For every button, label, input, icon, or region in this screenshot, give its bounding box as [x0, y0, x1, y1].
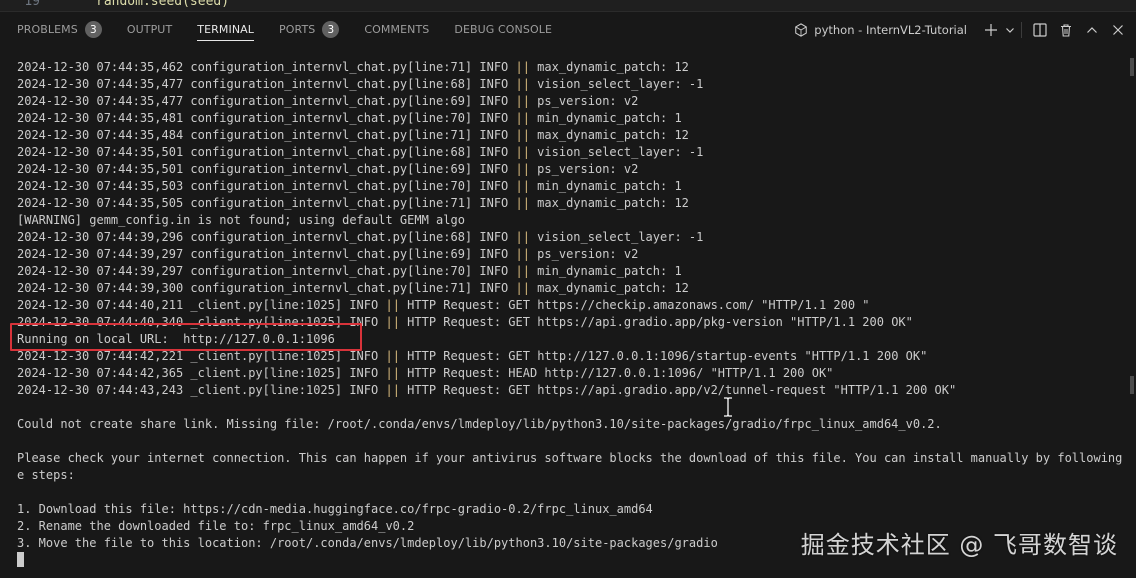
chevron-up-icon [1087, 26, 1097, 33]
editor-code-line: random.seed(seed) [96, 0, 230, 9]
terminal-line: 2024-12-30 07:44:35,477 configuration_in… [17, 77, 704, 91]
tab-label: OUTPUT [126, 23, 173, 36]
log-separator: || [515, 77, 530, 91]
actions-divider [1021, 21, 1022, 38]
log-separator: || [515, 60, 530, 74]
log-separator: || [385, 298, 400, 312]
tab-label: PORTS [279, 23, 316, 36]
ports-count-badge: 3 [322, 21, 340, 38]
split-terminal-icon [1033, 22, 1047, 37]
tab-label: TERMINAL [197, 23, 255, 36]
trash-icon [1061, 23, 1071, 37]
terminal-line: 2024-12-30 07:44:39,297 configuration_in… [17, 247, 639, 261]
log-separator: || [385, 383, 400, 397]
terminal-line: [WARNING] gemm_config.in is not found; u… [17, 213, 465, 227]
tab-label: DEBUG CONSOLE [454, 23, 553, 36]
terminal-line: 2024-12-30 07:44:35,481 configuration_in… [17, 111, 682, 125]
terminal-line: 1. Download this file: https://cdn-media… [17, 502, 653, 516]
terminal-line: 2024-12-30 07:44:35,462 configuration_in… [17, 60, 689, 74]
terminal-line: 2024-12-30 07:44:35,505 configuration_in… [17, 196, 689, 210]
log-separator: || [515, 128, 530, 142]
tab-terminal[interactable]: TERMINAL [189, 12, 262, 47]
log-separator: || [515, 230, 530, 244]
terminal-line: 2024-12-30 07:44:40,211 _client.py[line:… [17, 298, 870, 312]
vscode-panel-window: 19 random.seed(seed) PROBLEMS 3 OUTPUT T… [0, 0, 1136, 578]
text-cursor-icon [724, 397, 732, 417]
terminal-line: 2024-12-30 07:44:43,243 _client.py[line:… [17, 383, 957, 397]
split-terminal-button[interactable] [1028, 18, 1052, 42]
editor-line-number: 19 [24, 0, 40, 9]
terminal-line: 2024-12-30 07:44:35,501 configuration_in… [17, 162, 639, 176]
terminal-profile-dropdown[interactable] [1003, 18, 1017, 42]
panel-actions: python - InternVL2-Tutorial [790, 12, 1130, 47]
terminal-line: Please check your internet connection. T… [17, 451, 1129, 465]
tab-debug-console[interactable]: DEBUG CONSOLE [446, 12, 560, 47]
log-separator: || [515, 179, 530, 193]
log-separator: || [515, 162, 530, 176]
close-icon [1113, 24, 1123, 35]
plus-icon [985, 23, 997, 36]
log-separator: || [515, 196, 530, 210]
close-panel-button[interactable] [1106, 18, 1130, 42]
log-separator: || [515, 281, 530, 295]
log-separator: || [515, 264, 530, 278]
terminal-line: 2024-12-30 07:44:35,503 configuration_in… [17, 179, 682, 193]
chevron-down-icon [1006, 27, 1014, 33]
log-separator: || [515, 94, 530, 108]
log-separator: || [385, 349, 400, 363]
tab-output[interactable]: OUTPUT [119, 12, 180, 47]
panel-tab-bar: PROBLEMS 3 OUTPUT TERMINAL PORTS 3 COMME… [0, 11, 1136, 46]
maximize-panel-button[interactable] [1080, 18, 1104, 42]
terminal-selector[interactable]: python - InternVL2-Tutorial [790, 18, 971, 42]
python-icon [795, 22, 808, 37]
local-url-highlight-box [10, 323, 362, 351]
terminal-line: 2024-12-30 07:44:42,365 _client.py[line:… [17, 366, 834, 380]
tab-label: PROBLEMS [17, 23, 78, 36]
log-separator: || [385, 315, 400, 329]
terminal-line: 2024-12-30 07:44:39,300 configuration_in… [17, 281, 689, 295]
terminal-line: 2024-12-30 07:44:39,296 configuration_in… [17, 230, 704, 244]
terminal-line: 2024-12-30 07:44:35,501 configuration_in… [17, 145, 704, 159]
log-separator: || [515, 247, 530, 261]
terminal-line: 2024-12-30 07:44:39,297 configuration_in… [17, 264, 682, 278]
tab-label: COMMENTS [364, 23, 430, 36]
tab-problems[interactable]: PROBLEMS 3 [9, 12, 110, 47]
scroll-marker [1130, 376, 1134, 394]
terminal-line: 2024-12-30 07:44:35,484 configuration_in… [17, 128, 689, 142]
terminal-line: 2024-12-30 07:44:35,477 configuration_in… [17, 94, 639, 108]
terminal-line: Could not create share link. Missing fil… [17, 417, 942, 431]
log-separator: || [385, 366, 400, 380]
tab-comments[interactable]: COMMENTS [356, 12, 437, 47]
problems-count-badge: 3 [84, 21, 102, 38]
watermark-text: 掘金技术社区 @ 飞哥数智谈 [800, 531, 1118, 559]
scroll-marker [1130, 58, 1134, 76]
terminal-name: python - InternVL2-Tutorial [814, 22, 967, 37]
editor-remnant: 19 random.seed(seed) [0, 0, 1136, 11]
terminal-cursor [17, 552, 24, 567]
log-separator: || [515, 111, 530, 125]
new-terminal-button[interactable] [979, 18, 1003, 42]
terminal-scrollbar[interactable] [1122, 46, 1136, 578]
log-separator: || [515, 145, 530, 159]
terminal-output[interactable]: 2024-12-30 07:44:35,462 configuration_in… [0, 46, 1136, 578]
terminal-line: e steps: [17, 468, 75, 482]
panel-tabs: PROBLEMS 3 OUTPUT TERMINAL PORTS 3 COMME… [0, 12, 560, 47]
kill-terminal-button[interactable] [1054, 18, 1078, 42]
terminal-lines: 2024-12-30 07:44:35,462 configuration_in… [17, 59, 1129, 552]
tab-ports[interactable]: PORTS 3 [271, 12, 347, 47]
